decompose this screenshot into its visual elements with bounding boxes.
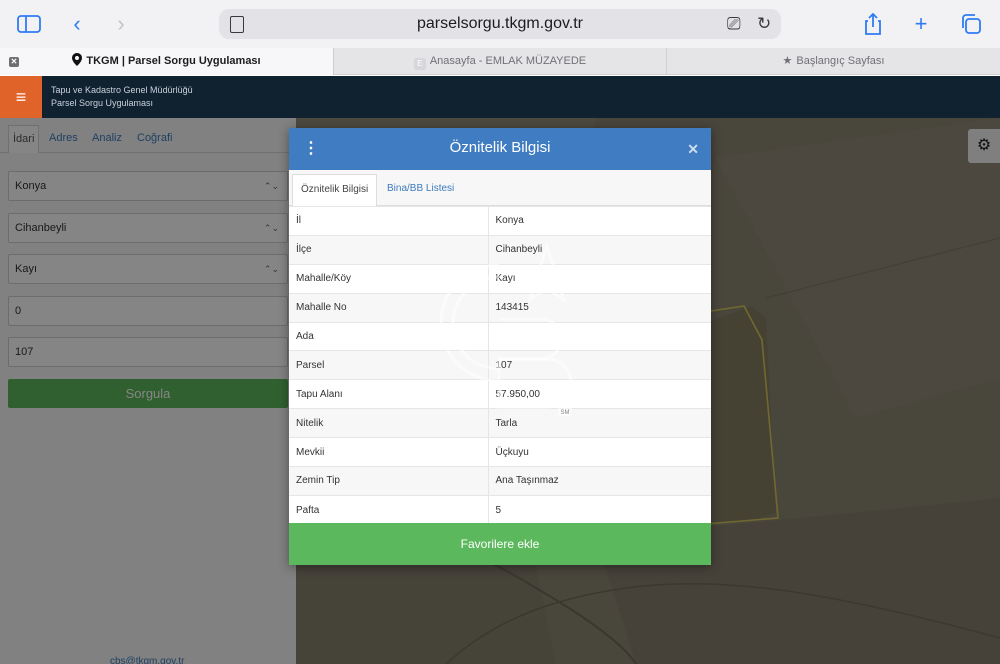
attribute-row: Zemin Tip Ana Taşınmaz — [289, 466, 711, 496]
modal-header: ⋮ Öznitelik Bilgisi ✕ — [289, 128, 711, 170]
attribute-value: 57.950,00 — [488, 379, 711, 409]
app-title: Tapu ve Kadastro Genel Müdürlüğü Parsel … — [51, 84, 193, 110]
menu-icon[interactable]: ≡ — [0, 76, 42, 118]
address-bar[interactable]: parselsorgu.tkgm.gov.tr ⎚ ↻ — [219, 9, 781, 39]
tabs-overview-icon[interactable] — [958, 12, 984, 36]
attribute-key: Ada — [289, 321, 489, 351]
attribute-key: Mahalle/Köy — [289, 263, 489, 294]
tab-building-list[interactable]: Bina/BB Listesi — [379, 174, 462, 206]
forward-icon[interactable]: › — [108, 12, 134, 36]
attribute-row: İl Konya — [289, 206, 711, 236]
attribute-value — [488, 321, 711, 351]
attribute-info-modal: ⋮ Öznitelik Bilgisi ✕ Öznitelik Bilgisi … — [289, 128, 711, 565]
attribute-value: 5 — [488, 494, 711, 525]
attribute-row: Pafta 5 — [289, 494, 711, 525]
tab-favicon: E — [413, 58, 426, 70]
app-name: Parsel Sorgu Uygulaması — [51, 98, 154, 108]
browser-tab-strip: ✕ TKGM | Parsel Sorgu Uygulaması E Anasay… — [0, 48, 1000, 75]
url-text: parselsorgu.tkgm.gov.tr — [417, 15, 583, 32]
attribute-value: Ana Taşınmaz — [488, 466, 711, 496]
attribute-value: Kayı — [488, 263, 711, 294]
share-icon[interactable] — [860, 12, 886, 36]
attribute-value: Üçkuyu — [488, 437, 711, 467]
close-tab-icon[interactable]: ✕ — [9, 57, 19, 67]
tab-tkgm[interactable]: ✕ TKGM | Parsel Sorgu Uygulaması — [0, 48, 333, 75]
attribute-key: Nitelik — [289, 408, 489, 438]
close-icon[interactable]: ✕ — [687, 139, 699, 159]
attribute-row: Ada — [289, 321, 711, 351]
app-header: ≡ Tapu ve Kadastro Genel Müdürlüğü Parse… — [0, 76, 1000, 118]
attribute-table: İl Konya İlçe Cihanbeyli Mahalle/Köy Kayı Maha… — [289, 206, 711, 525]
tab-emlak[interactable]: E Anasayfa - EMLAK MÜZAYEDE — [333, 48, 666, 75]
star-icon: ★ — [782, 55, 793, 67]
attribute-key: Pafta — [289, 494, 489, 525]
sidebar-toggle-icon[interactable] — [16, 12, 42, 36]
add-to-favorites-button[interactable]: Favorilere ekle — [289, 523, 711, 565]
location-pin-icon — [72, 50, 83, 77]
attribute-key: Mahalle No — [289, 292, 489, 323]
attribute-key: İlçe — [289, 234, 489, 265]
attribute-row: Mahalle No 143415 — [289, 292, 711, 323]
attribute-value: Tarla — [488, 408, 711, 438]
tab-label: TKGM | Parsel Sorgu Uygulaması — [86, 55, 261, 67]
modal-tabs: Öznitelik Bilgisi Bina/BB Listesi — [289, 170, 711, 206]
attribute-row: İlçe Cihanbeyli — [289, 234, 711, 265]
tab-start-page[interactable]: ★ Başlangıç Sayfası — [666, 48, 1000, 75]
new-tab-icon[interactable]: + — [908, 12, 934, 36]
attribute-value: 143415 — [488, 292, 711, 323]
translate-icon[interactable]: ⎚ — [727, 14, 741, 34]
modal-title: Öznitelik Bilgisi — [449, 139, 551, 156]
attribute-value: Konya — [488, 206, 711, 236]
attribute-key: Tapu Alanı — [289, 379, 489, 409]
tab-label: Anasayfa - EMLAK MÜZAYEDE — [429, 55, 587, 67]
attribute-row: Mevkii Üçkuyu — [289, 437, 711, 467]
back-icon[interactable]: ‹ — [64, 12, 90, 36]
attribute-key: Parsel — [289, 350, 489, 380]
attribute-row: Tapu Alanı 57.950,00 — [289, 379, 711, 409]
attribute-row: Mahalle/Köy Kayı — [289, 263, 711, 294]
attribute-key: Mevkii — [289, 437, 489, 467]
reload-icon[interactable]: ↻ — [757, 14, 771, 34]
attribute-row: Parsel 107 — [289, 350, 711, 380]
tab-label: Başlangıç Sayfası — [796, 55, 885, 67]
browser-toolbar: ‹ › parselsorgu.tkgm.gov.tr ⎚ ↻ + — [0, 0, 1000, 48]
attribute-key: Zemin Tip — [289, 466, 489, 496]
attribute-value: Cihanbeyli — [488, 234, 711, 265]
attribute-key: İl — [289, 206, 489, 236]
org-name: Tapu ve Kadastro Genel Müdürlüğü — [51, 85, 193, 95]
attribute-value: 107 — [488, 350, 711, 380]
attribute-row: Nitelik Tarla — [289, 408, 711, 438]
tab-attribute-info[interactable]: Öznitelik Bilgisi — [292, 174, 378, 206]
